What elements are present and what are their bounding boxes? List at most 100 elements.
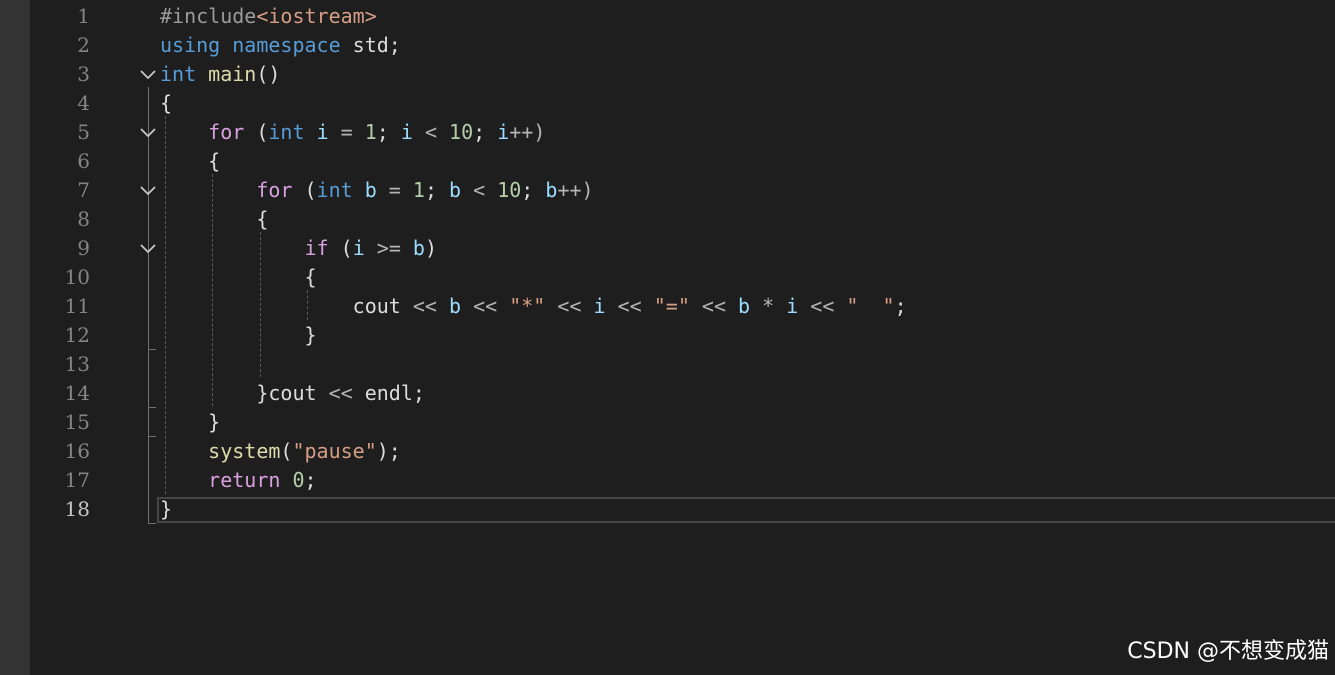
line-number: 16: [64, 439, 90, 463]
code-token: for: [256, 178, 293, 202]
code-token: i: [316, 120, 329, 144]
line-number: 7: [77, 178, 90, 202]
code-line[interactable]: using namespace std;: [160, 31, 401, 60]
code-token: ++): [557, 178, 594, 202]
code-token: <: [412, 120, 450, 144]
code-token: return: [208, 468, 281, 492]
code-token: {: [160, 207, 269, 231]
code-token: for: [208, 120, 245, 144]
code-token: ;: [894, 294, 907, 318]
code-token: ;: [521, 178, 546, 202]
code-token: ;: [304, 468, 317, 492]
code-token: 1: [364, 120, 377, 144]
code-token: <<: [545, 294, 594, 318]
code-token: main: [208, 62, 257, 86]
line-number: 17: [64, 468, 90, 492]
code-line[interactable]: }: [160, 408, 220, 437]
line-number: 4: [77, 91, 90, 115]
code-line[interactable]: if (i >= b): [160, 234, 438, 263]
code-editor[interactable]: #include<iostream> using namespace std; in…: [0, 0, 1335, 675]
code-token: i: [497, 120, 510, 144]
code-line[interactable]: }cout << endl;: [160, 379, 425, 408]
code-token: int: [268, 120, 305, 144]
code-token: using: [160, 33, 221, 57]
line-number: 11: [64, 294, 90, 318]
code-line[interactable]: {: [160, 89, 172, 118]
outline-tick: [148, 436, 156, 437]
code-token: i: [593, 294, 606, 318]
code-line[interactable]: {: [160, 147, 220, 176]
code-line[interactable]: }: [160, 495, 172, 524]
code-token: <<: [689, 294, 739, 318]
code-token: if: [304, 236, 329, 260]
code-token: #include: [160, 4, 257, 28]
code-token: <<: [461, 294, 510, 318]
outline-tick: [148, 349, 156, 350]
code-token: (: [244, 120, 269, 144]
editor-left-margin: [0, 0, 30, 675]
code-token: "=": [653, 294, 690, 318]
code-token: ): [424, 236, 437, 260]
code-token: ;: [473, 120, 498, 144]
line-number: 8: [77, 207, 90, 231]
code-token: *: [750, 294, 787, 318]
line-number: 13: [64, 352, 90, 376]
code-token: b: [449, 294, 462, 318]
code-token: }: [160, 497, 173, 521]
code-line[interactable]: system("pause");: [160, 437, 401, 466]
code-token: (: [328, 236, 353, 260]
fold-chevron-icon[interactable]: [139, 118, 157, 147]
watermark: CSDN @不想变成猫: [1127, 639, 1329, 664]
code-token: (: [292, 178, 317, 202]
code-line[interactable]: return 0;: [160, 466, 317, 495]
line-number: 10: [64, 265, 90, 289]
line-number: 15: [64, 410, 90, 434]
code-token: }: [160, 381, 269, 405]
code-token: <<: [316, 381, 365, 405]
code-token: 10: [449, 120, 474, 144]
code-line[interactable]: {: [160, 205, 268, 234]
code-token: 10: [497, 178, 522, 202]
line-number: 5: [77, 120, 90, 144]
fold-chevron-icon[interactable]: [139, 60, 157, 89]
code-token: "pause": [292, 439, 377, 463]
code-token: }: [160, 410, 221, 434]
code-token: cout: [268, 381, 317, 405]
code-token: system: [208, 439, 281, 463]
code-token: b: [449, 178, 462, 202]
code-token: }: [160, 323, 317, 347]
outline-bar-main: [148, 87, 149, 523]
code-line[interactable]: cout << b << "*" << i << "=" << b * i <<…: [160, 292, 907, 321]
code-token: ;: [376, 120, 401, 144]
code-token: <: [461, 178, 498, 202]
code-line[interactable]: for (int b = 1; b < 10; b++): [160, 176, 594, 205]
code-token: {: [160, 265, 317, 289]
line-number: 1: [77, 4, 90, 28]
code-line[interactable]: for (int i = 1; i < 10; i++): [160, 118, 545, 147]
code-token: ;: [424, 178, 450, 202]
code-token: "*": [509, 294, 546, 318]
fold-chevron-icon[interactable]: [139, 176, 157, 205]
outline-tick: [148, 523, 156, 524]
code-line[interactable]: #include<iostream>: [160, 2, 377, 31]
line-number: 3: [77, 62, 90, 86]
code-token: b: [412, 236, 425, 260]
code-token: =: [376, 178, 413, 202]
code-token: i: [352, 236, 365, 260]
outline-tick: [148, 407, 156, 408]
code-line[interactable]: int main(): [160, 60, 280, 89]
code-token: ++): [509, 120, 546, 144]
line-number: 2: [77, 33, 90, 57]
code-token: ;: [412, 381, 425, 405]
code-line[interactable]: }: [160, 321, 317, 350]
code-token: {: [160, 149, 221, 173]
code-line[interactable]: {: [160, 263, 317, 292]
fold-chevron-icon[interactable]: [139, 234, 157, 263]
